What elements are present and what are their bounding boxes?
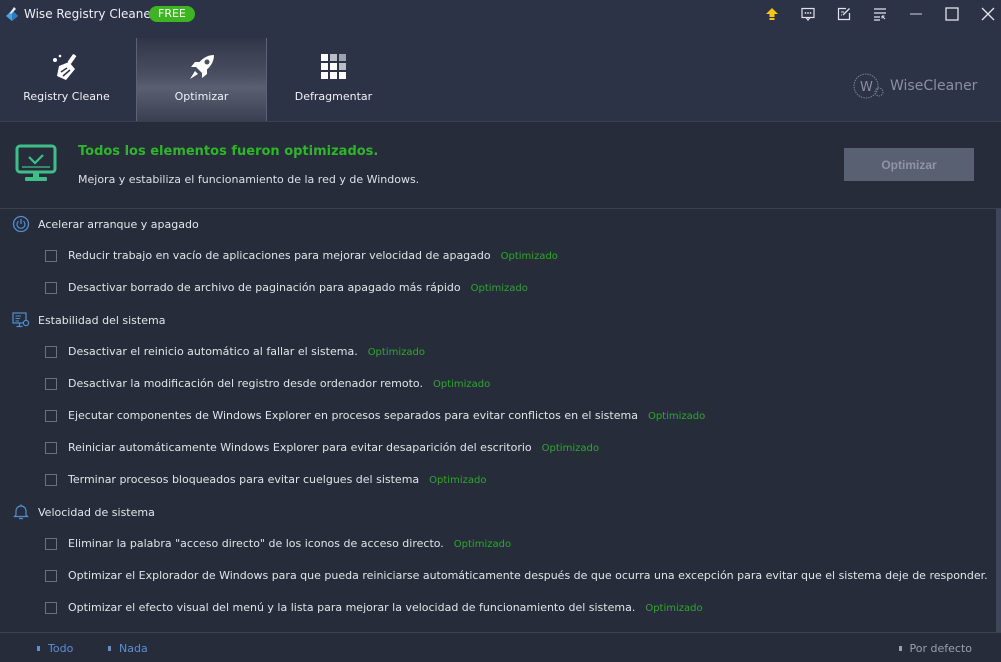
item-label: Optimizar el Explorador de Windows para …	[68, 569, 988, 582]
list-item: Desactivar borrado de archivo de paginac…	[0, 273, 990, 303]
tab-label: Defragmentar	[294, 90, 373, 103]
wisecleaner-brand[interactable]: W WiseCleaner	[852, 72, 977, 100]
feedback-icon[interactable]	[798, 4, 818, 24]
item-label: Desactivar el reinicio automático al fal…	[68, 345, 358, 358]
section-label: Velocidad de sistema	[38, 505, 155, 519]
item-label: Desactivar la modificación del registro …	[68, 377, 423, 390]
monitor-check-icon	[15, 144, 57, 181]
item-text: Desactivar el reinicio automático al fal…	[68, 345, 425, 358]
tab-label: Optimizar	[174, 90, 229, 103]
select-none-link[interactable]: Nada	[108, 642, 148, 655]
item-checkbox[interactable]	[45, 570, 57, 582]
free-badge[interactable]: FREE	[149, 6, 195, 22]
tab-label: Registry Cleane	[23, 90, 110, 103]
power-icon	[12, 215, 30, 233]
header: Wise Registry Cleaner 11 FREE Registry C…	[0, 0, 1001, 122]
default-label: Por defecto	[909, 642, 972, 655]
item-text: Optimizar el efecto visual del menú y la…	[68, 601, 703, 614]
item-checkbox[interactable]	[45, 346, 57, 358]
item-text: Desactivar la modificación del registro …	[68, 377, 490, 390]
list-scrollbar[interactable]	[996, 209, 1001, 632]
edit-icon[interactable]	[834, 4, 854, 24]
monitor-settings-icon	[12, 312, 30, 328]
status-badge: Optimizado	[647, 411, 706, 422]
brand-name: WiseCleaner	[890, 78, 978, 94]
item-text: Optimizar el Explorador de Windows para …	[68, 569, 997, 582]
optimization-list: Acelerar arranque y apagado Reducir trab…	[0, 209, 997, 632]
bullet-icon	[37, 646, 40, 651]
list-item: Optimizar el Explorador de Windows para …	[0, 561, 990, 591]
item-checkbox[interactable]	[45, 378, 57, 390]
tab-registry-cleaner[interactable]: Registry Cleane	[2, 38, 131, 121]
item-checkbox[interactable]	[45, 474, 57, 486]
select-all-label: Todo	[48, 642, 74, 655]
main-nav: Registry Cleane Optimizar Defragmentar	[0, 38, 400, 121]
item-text: Terminar procesos bloqueados para evitar…	[68, 473, 486, 486]
list-item: Reiniciar automáticamente Windows Explor…	[0, 433, 990, 463]
item-checkbox[interactable]	[45, 442, 57, 454]
item-checkbox[interactable]	[45, 282, 57, 294]
item-label: Ejecutar componentes de Windows Explorer…	[68, 409, 638, 422]
list-item: Desactivar la modificación del registro …	[0, 369, 990, 399]
rocket-icon	[185, 50, 219, 84]
grid-blocks-icon	[317, 50, 351, 84]
list-item: Optimizar el efecto visual del menú y la…	[0, 593, 990, 623]
status-banner: Todos los elementos fueron optimizados. …	[0, 122, 1001, 209]
item-label: Eliminar la palabra "acceso directo" de …	[68, 537, 444, 550]
broom-icon	[50, 50, 84, 84]
item-label: Reiniciar automáticamente Windows Explor…	[68, 441, 532, 454]
list-item: Desactivar el reinicio automático al fal…	[0, 337, 990, 367]
minimize-icon[interactable]	[906, 4, 926, 24]
item-text: Ejecutar componentes de Windows Explorer…	[68, 409, 705, 422]
svg-text:W: W	[860, 80, 873, 95]
menu-icon[interactable]	[870, 4, 890, 24]
status-badge: Optimizado	[432, 379, 491, 390]
app-logo-icon	[6, 7, 18, 21]
list-item: Eliminar la palabra "acceso directo" de …	[0, 529, 990, 559]
select-all-link[interactable]: Todo	[37, 642, 73, 655]
section-label: Estabilidad del sistema	[38, 313, 166, 327]
optimize-button[interactable]: Optimizar	[844, 148, 974, 181]
item-text: Desactivar borrado de archivo de paginac…	[68, 281, 528, 294]
bell-icon	[13, 504, 29, 520]
banner-subtitle: Mejora y estabiliza el funcionamiento de…	[78, 173, 420, 186]
title-bar: Wise Registry Cleaner 11 FREE	[0, 0, 1001, 28]
list-item: Reducir trabajo en vacío de aplicaciones…	[0, 241, 990, 271]
item-checkbox[interactable]	[45, 538, 57, 550]
status-badge: Optimizado	[453, 539, 512, 550]
default-link[interactable]: Por defecto	[898, 642, 972, 655]
wisecleaner-logo-icon: W	[853, 73, 884, 99]
item-text: Reducir trabajo en vacío de aplicaciones…	[68, 249, 558, 262]
tab-defragmentar[interactable]: Defragmentar	[269, 38, 398, 121]
list-item: Ejecutar componentes de Windows Explorer…	[0, 401, 990, 431]
item-text: Reiniciar automáticamente Windows Explor…	[68, 441, 599, 454]
bullet-icon	[108, 646, 111, 651]
item-label: Reducir trabajo en vacío de aplicaciones…	[68, 249, 491, 262]
status-badge: Optimizado	[541, 443, 599, 454]
status-badge: Optimizado	[367, 347, 425, 358]
status-badge: Optimizado	[470, 283, 528, 294]
item-checkbox[interactable]	[45, 602, 57, 614]
upgrade-icon[interactable]	[762, 4, 782, 24]
close-icon[interactable]	[978, 4, 998, 24]
item-label: Optimizar el efecto visual del menú y la…	[68, 601, 636, 614]
tab-optimizar[interactable]: Optimizar	[136, 38, 267, 121]
banner-title: Todos los elementos fueron optimizados.	[78, 144, 379, 159]
select-none-label: Nada	[119, 642, 148, 655]
status-badge: Optimizado	[500, 251, 558, 262]
status-badge: Optimizado	[645, 603, 703, 614]
bullet-icon	[898, 646, 902, 651]
status-badge: Optimizado	[429, 475, 487, 486]
list-item: Terminar procesos bloqueados para evitar…	[0, 465, 990, 495]
maximize-icon[interactable]	[942, 4, 962, 24]
item-label: Desactivar borrado de archivo de paginac…	[68, 281, 461, 294]
item-label: Terminar procesos bloqueados para evitar…	[68, 473, 420, 486]
item-text: Eliminar la palabra "acceso directo" de …	[68, 537, 511, 550]
section-label: Acelerar arranque y apagado	[38, 217, 199, 231]
item-checkbox[interactable]	[45, 410, 57, 422]
footer: Todo Nada Por defecto	[0, 632, 1001, 662]
item-checkbox[interactable]	[45, 250, 57, 262]
